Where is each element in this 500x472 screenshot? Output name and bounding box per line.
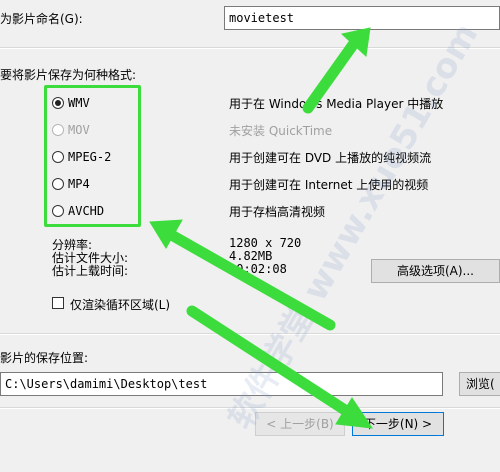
- format-desc-mov: 未安装 QuickTime: [229, 124, 333, 138]
- format-desc-avchd: 用于存档高清视频: [229, 205, 326, 219]
- advanced-options-button[interactable]: 高级选项(A)...: [371, 259, 500, 283]
- format-highlight-box: [44, 85, 141, 227]
- upload-time-value: 00:02:08: [229, 262, 287, 276]
- arrow-head-name-input: [340, 27, 371, 58]
- arrow-head-format-box: [149, 219, 183, 249]
- format-section-label: 要将影片保存为何种格式:: [0, 68, 137, 82]
- loop-region-checkbox[interactable]: [52, 297, 64, 309]
- resolution-value: 1280 x 720: [229, 236, 302, 250]
- save-location-label: 影片的保存位置:: [0, 351, 89, 365]
- save-location-input[interactable]: C:\Users\damimi\Desktop\test: [0, 372, 443, 396]
- name-field-label: 为影片命名(G):: [0, 12, 83, 26]
- next-button[interactable]: 下一步(N) >: [352, 412, 444, 436]
- filesize-value: 4.82MB: [229, 249, 273, 263]
- upload-time-label: 估计上载时间:: [52, 264, 129, 278]
- loop-region-label: 仅渲染循环区域(L): [70, 298, 171, 312]
- browse-button[interactable]: 浏览(: [459, 372, 500, 396]
